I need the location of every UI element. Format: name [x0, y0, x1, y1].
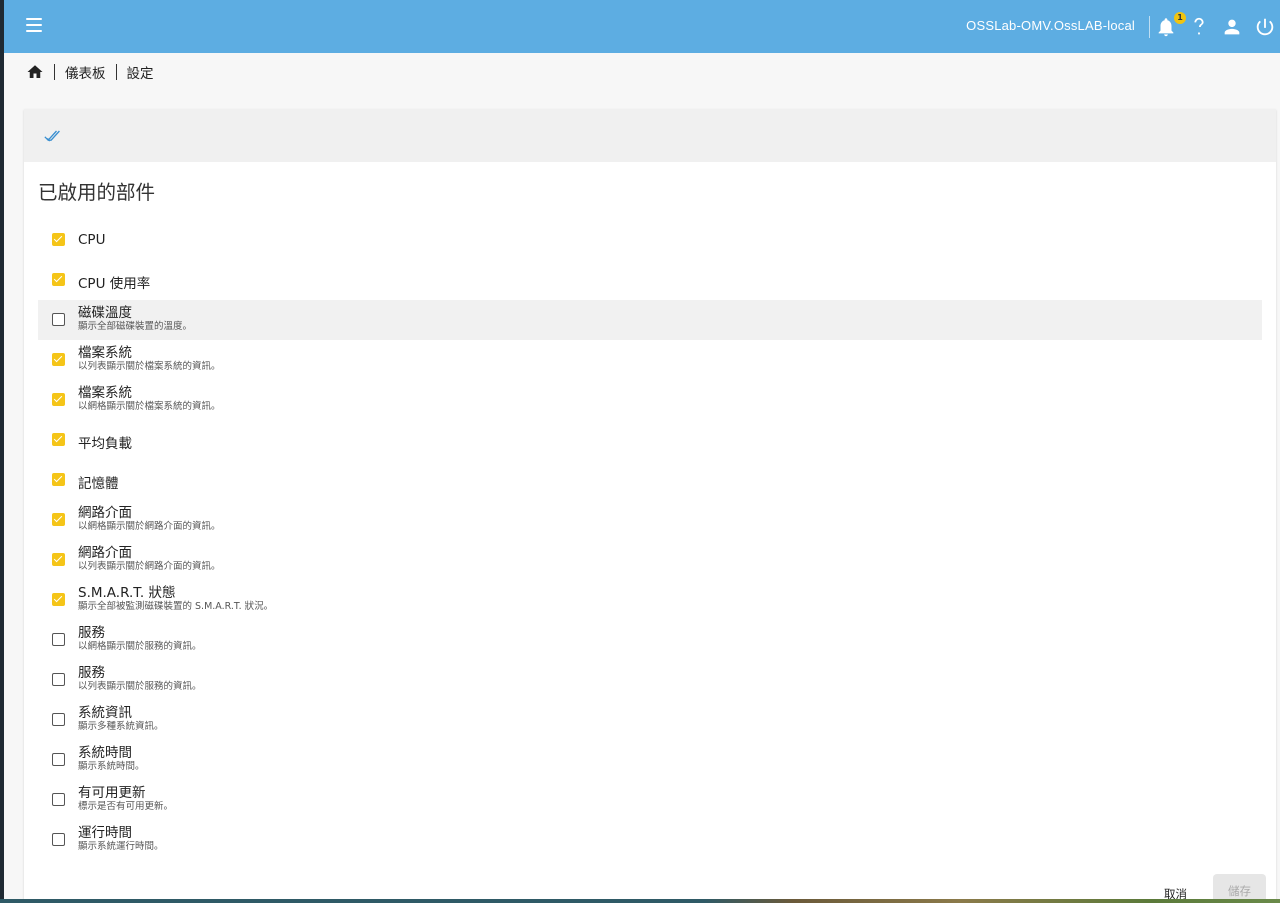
widget-description: 顯示系統時間。 — [78, 761, 145, 772]
card-title: 已啟用的部件 — [38, 181, 156, 204]
widget-description: 顯示全部被監測磁碟裝置的 S.M.A.R.T. 狀況。 — [78, 601, 274, 612]
breadcrumb-settings: 設定 — [126, 66, 154, 82]
check-all-icon[interactable] — [44, 128, 64, 144]
widget-row[interactable]: CPU 使用率 — [38, 260, 1262, 300]
widget-checkbox[interactable] — [52, 753, 65, 766]
widget-label: 服務 — [78, 625, 105, 641]
widget-description: 以列表顯示關於服務的資訊。 — [78, 681, 202, 692]
app-window: OSSLab-OMV.OssLAB-local 1 儀表板 設定 已啟用的部件 … — [4, 0, 1280, 899]
widget-row[interactable]: 運行時間 顯示系統運行時間。 — [38, 820, 1262, 860]
home-icon[interactable] — [26, 63, 44, 81]
widget-list: CPU CPU 使用率 磁碟溫度 顯示全部磁碟裝置的溫度。 檔案系統 以列表顯示關於檔案系… — [38, 220, 1262, 860]
save-button[interactable]: 儲存 — [1213, 874, 1266, 899]
widget-checkbox[interactable] — [52, 793, 65, 806]
widget-checkbox[interactable] — [52, 313, 65, 326]
widget-label: 網路介面 — [78, 505, 132, 521]
widget-row[interactable]: 系統資訊 顯示多種系統資訊。 — [38, 700, 1262, 740]
widget-row[interactable]: 服務 以網格顯示關於服務的資訊。 — [38, 620, 1262, 660]
widget-checkbox[interactable] — [52, 513, 65, 526]
notification-badge: 1 — [1174, 12, 1186, 24]
power-icon[interactable] — [1254, 16, 1276, 38]
widget-label: 磁碟溫度 — [78, 305, 132, 321]
widget-description: 顯示系統運行時間。 — [78, 841, 164, 852]
cancel-button[interactable]: 取消 — [1164, 886, 1187, 899]
widget-row[interactable]: CPU — [38, 220, 1262, 260]
card-actions: 取消 儲存 — [24, 874, 1276, 899]
widget-description: 以網格顯示關於網路介面的資訊。 — [78, 521, 221, 532]
widget-label: 有可用更新 — [78, 785, 146, 801]
topbar-divider — [1149, 16, 1150, 38]
widget-checkbox[interactable] — [52, 673, 65, 686]
widget-label: 服務 — [78, 665, 105, 681]
card-toolbar — [24, 109, 1276, 162]
widget-description: 以列表顯示關於網路介面的資訊。 — [78, 561, 221, 572]
widget-label: 運行時間 — [78, 825, 132, 841]
widget-row[interactable]: 檔案系統 以網格顯示關於檔案系統的資訊。 — [38, 380, 1262, 420]
widget-checkbox[interactable] — [52, 553, 65, 566]
widget-description: 顯示多種系統資訊。 — [78, 721, 164, 732]
widget-label: 系統時間 — [78, 745, 132, 761]
widget-checkbox[interactable] — [52, 473, 65, 486]
desktop-background — [0, 899, 1280, 903]
help-icon[interactable] — [1188, 16, 1210, 38]
widget-checkbox[interactable] — [52, 833, 65, 846]
widget-label: S.M.A.R.T. 狀態 — [78, 585, 176, 601]
widget-row[interactable]: 檔案系統 以列表顯示關於檔案系統的資訊。 — [38, 340, 1262, 380]
breadcrumb: 儀表板 設定 — [26, 61, 164, 83]
widget-label: 記憶體 — [78, 476, 119, 492]
widget-description: 標示是否有可用更新。 — [78, 801, 174, 812]
breadcrumb-separator — [115, 64, 117, 80]
breadcrumb-dashboard[interactable]: 儀表板 — [65, 62, 106, 82]
widget-label: 檔案系統 — [78, 385, 132, 401]
widget-label: 系統資訊 — [78, 705, 132, 721]
widget-checkbox[interactable] — [52, 273, 65, 286]
widget-row[interactable]: 網路介面 以列表顯示關於網路介面的資訊。 — [38, 540, 1262, 580]
widget-checkbox[interactable] — [52, 433, 65, 446]
widget-checkbox[interactable] — [52, 713, 65, 726]
widget-description: 以列表顯示關於檔案系統的資訊。 — [78, 361, 221, 372]
widget-checkbox[interactable] — [52, 233, 65, 246]
widget-label: 平均負載 — [78, 436, 132, 452]
widget-checkbox[interactable] — [52, 353, 65, 366]
widget-checkbox[interactable] — [52, 593, 65, 606]
widget-row[interactable]: 記憶體 — [38, 460, 1262, 500]
user-icon[interactable] — [1221, 16, 1243, 38]
widget-description: 以網格顯示關於檔案系統的資訊。 — [78, 401, 221, 412]
widget-row[interactable]: 有可用更新 標示是否有可用更新。 — [38, 780, 1262, 820]
widget-checkbox[interactable] — [52, 633, 65, 646]
breadcrumb-separator — [54, 64, 55, 80]
widget-row[interactable]: 平均負載 — [38, 420, 1262, 460]
widget-label: 檔案系統 — [78, 345, 132, 361]
widget-row[interactable]: 網路介面 以網格顯示關於網路介面的資訊。 — [38, 500, 1262, 540]
widget-label: CPU 使用率 — [78, 276, 151, 292]
widget-row[interactable]: S.M.A.R.T. 狀態 顯示全部被監測磁碟裝置的 S.M.A.R.T. 狀況。 — [38, 580, 1262, 620]
widget-row[interactable]: 磁碟溫度 顯示全部磁碟裝置的溫度。 — [38, 300, 1262, 340]
widget-row[interactable]: 系統時間 顯示系統時間。 — [38, 740, 1262, 780]
menu-icon[interactable] — [26, 18, 42, 34]
widget-row[interactable]: 服務 以列表顯示關於服務的資訊。 — [38, 660, 1262, 700]
widgets-settings-card: 已啟用的部件 CPU CPU 使用率 磁碟溫度 顯示全部磁碟裝置的溫度。 檔案系統 以列表… — [24, 109, 1276, 899]
widget-label: CPU — [78, 232, 106, 248]
top-bar: OSSLab-OMV.OssLAB-local 1 — [4, 0, 1280, 53]
hostname: OSSLab-OMV.OssLAB-local — [966, 18, 1135, 33]
widget-label: 網路介面 — [78, 545, 132, 561]
widget-checkbox[interactable] — [52, 393, 65, 406]
widget-description: 以網格顯示關於服務的資訊。 — [78, 641, 202, 652]
widget-description: 顯示全部磁碟裝置的溫度。 — [78, 321, 193, 332]
